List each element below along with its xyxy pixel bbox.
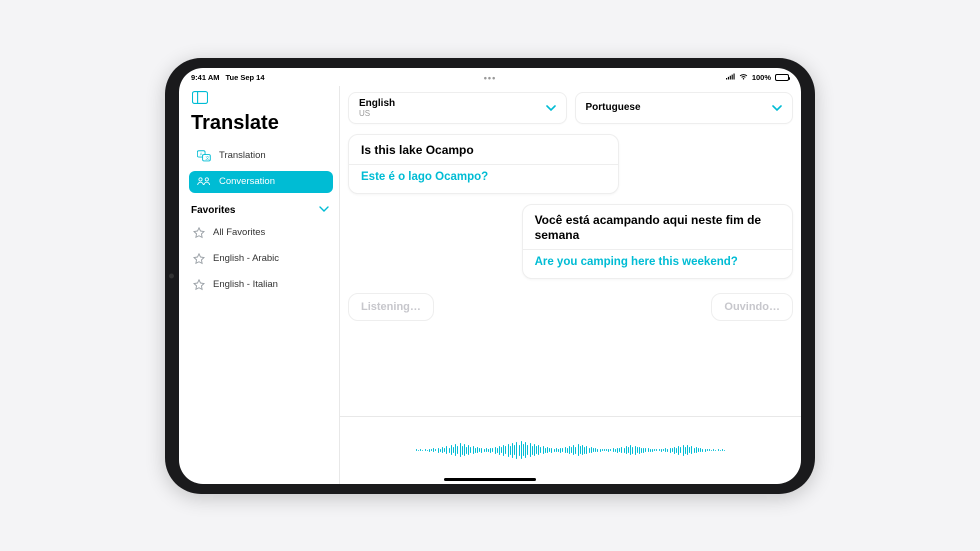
conversation-bubble[interactable]: Is this lake Ocampo Este é o lago Ocampo… [348, 134, 619, 194]
chevron-down-icon [546, 99, 556, 117]
status-time: 9:41 AM [191, 73, 219, 82]
main-content: English US Portuguese Is this la [339, 86, 801, 484]
target-language-name: Portuguese [586, 102, 641, 113]
favorite-label: All Favorites [213, 227, 265, 238]
camera-dot [169, 273, 174, 278]
multitask-dots-icon[interactable]: ••• [484, 73, 496, 83]
favorites-header[interactable]: Favorites [189, 201, 333, 218]
home-indicator[interactable] [444, 478, 536, 481]
source-language-region: US [359, 109, 395, 118]
sidebar-item-label: Translation [219, 150, 266, 161]
wifi-icon [739, 73, 748, 82]
ipad-frame: 9:41 AM Tue Sep 14 ••• 100% Transla [165, 58, 815, 494]
favorite-item[interactable]: English - Italian [189, 274, 333, 296]
status-date: Tue Sep 14 [225, 73, 264, 82]
bubble-original: Is this lake Ocampo [361, 143, 606, 158]
status-bar: 9:41 AM Tue Sep 14 ••• 100% [179, 68, 801, 86]
screen: 9:41 AM Tue Sep 14 ••• 100% Transla [179, 68, 801, 484]
bubble-divider [523, 249, 792, 250]
sidebar: Translate A文 Translation Conversation Fa… [179, 86, 339, 484]
star-icon [193, 279, 205, 291]
target-language-selector[interactable]: Portuguese [575, 92, 794, 124]
battery-percent: 100% [752, 73, 771, 82]
sidebar-toggle-icon[interactable] [191, 90, 209, 106]
star-icon [193, 253, 205, 265]
waveform-icon [416, 439, 725, 461]
conversation-icon [197, 176, 211, 188]
listening-indicator-left: Listening… [348, 293, 434, 321]
chevron-down-icon [772, 99, 782, 117]
chevron-down-icon [319, 205, 329, 216]
star-icon [193, 227, 205, 239]
bubble-translated: Are you camping here this weekend? [535, 255, 780, 269]
favorite-item[interactable]: English - Arabic [189, 248, 333, 270]
bubble-divider [349, 164, 618, 165]
source-language-name: English [359, 98, 395, 109]
app-title: Translate [191, 112, 333, 135]
signal-icon [726, 73, 735, 82]
favorite-label: English - Italian [213, 279, 278, 290]
favorite-item[interactable]: All Favorites [189, 222, 333, 244]
sidebar-item-label: Conversation [219, 176, 275, 187]
listening-indicator-right: Ouvindo… [711, 293, 793, 321]
favorite-label: English - Arabic [213, 253, 279, 264]
svg-text:A: A [200, 151, 203, 156]
sidebar-item-conversation[interactable]: Conversation [189, 171, 333, 193]
battery-icon [775, 74, 789, 81]
bubble-translated: Este é o lago Ocampo? [361, 170, 606, 184]
sidebar-item-translation[interactable]: A文 Translation [189, 145, 333, 167]
waveform-area [340, 416, 801, 484]
translation-icon: A文 [197, 150, 211, 162]
favorites-title: Favorites [191, 205, 235, 216]
bubble-original: Você está acampando aqui neste fim de se… [535, 213, 780, 243]
conversation-bubble[interactable]: Você está acampando aqui neste fim de se… [522, 204, 793, 279]
source-language-selector[interactable]: English US [348, 92, 567, 124]
